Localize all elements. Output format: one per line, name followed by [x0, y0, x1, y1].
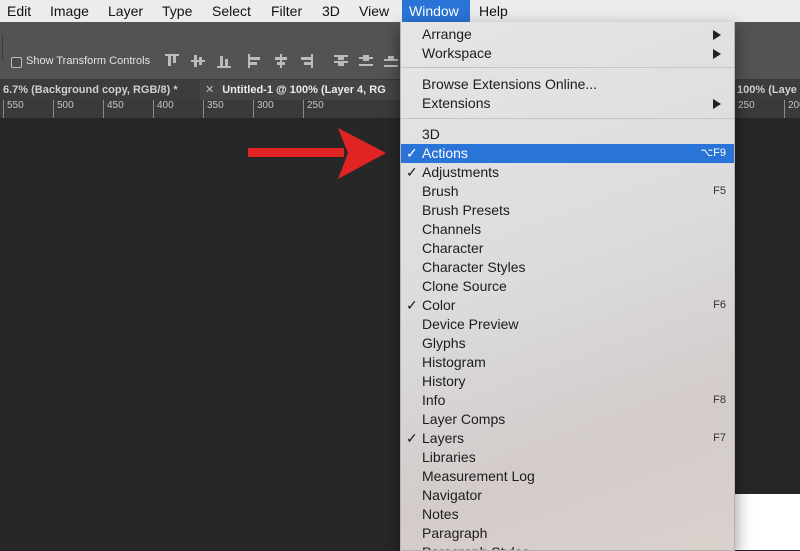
tab-label: Untitled-1 @ 100% (Layer 4, RG: [222, 84, 386, 96]
tab-label: 100% (Laye: [737, 84, 797, 96]
align-left-edges-icon[interactable]: [248, 54, 262, 68]
tab-third-document[interactable]: 100% (Laye: [734, 80, 800, 100]
shortcut-label: F8: [713, 394, 726, 406]
menu-item-info[interactable]: Info F8: [401, 391, 734, 410]
tab-label: 6.7% (Background copy, RGB/8) *: [3, 84, 178, 96]
menu-image[interactable]: Image: [43, 0, 96, 22]
menu-item-glyphs[interactable]: Glyphs: [401, 334, 734, 353]
menu-select[interactable]: Select: [205, 0, 258, 22]
align-top-edges-icon[interactable]: [165, 54, 179, 68]
menu-item-actions[interactable]: ✓ Actions ⌥F9: [401, 144, 734, 163]
menu-item-color[interactable]: ✓ Color F6: [401, 296, 734, 315]
menu-item-layers[interactable]: ✓ Layers F7: [401, 429, 734, 448]
distribute-vertical-centers-icon[interactable]: [359, 54, 373, 68]
align-right-edges-icon[interactable]: [299, 54, 313, 68]
ruler-tick: 450: [103, 100, 124, 118]
align-bottom-edges-icon[interactable]: [217, 54, 231, 68]
ruler-tick: 550: [3, 100, 24, 118]
menu-item-navigator[interactable]: Navigator: [401, 486, 734, 505]
menu-item-device-preview[interactable]: Device Preview: [401, 315, 734, 334]
menu-item-libraries[interactable]: Libraries: [401, 448, 734, 467]
menu-item-arrange[interactable]: Arrange: [401, 25, 734, 44]
ruler-tick: 400: [153, 100, 174, 118]
red-arrow-icon: [248, 128, 386, 179]
menu-divider: [401, 67, 734, 68]
menu-item-measurement-log[interactable]: Measurement Log: [401, 467, 734, 486]
shortcut-label: F5: [713, 185, 726, 197]
show-transform-checkbox[interactable]: [11, 57, 22, 68]
distribute-top-icon[interactable]: [334, 54, 348, 68]
menu-item-layer-comps[interactable]: Layer Comps: [401, 410, 734, 429]
menu-item-paragraph[interactable]: Paragraph: [401, 524, 734, 543]
menu-edit[interactable]: Edit: [0, 0, 38, 22]
shortcut-label: F6: [713, 299, 726, 311]
close-tab-icon[interactable]: ✕: [205, 84, 214, 96]
menu-item-character[interactable]: Character: [401, 239, 734, 258]
menu-item-histogram[interactable]: Histogram: [401, 353, 734, 372]
menu-item-character-styles[interactable]: Character Styles: [401, 258, 734, 277]
submenu-arrow-icon: [713, 30, 721, 40]
show-transform-label[interactable]: Show Transform Controls: [26, 55, 150, 67]
menu-item-channels[interactable]: Channels: [401, 220, 734, 239]
ruler-tick: 350: [203, 100, 224, 118]
ruler-tick: 250: [303, 100, 324, 118]
tab-untitled-1[interactable]: ✕ Untitled-1 @ 100% (Layer 4, RG: [200, 80, 405, 100]
checkmark-icon: ✓: [406, 164, 418, 180]
menu-item-notes[interactable]: Notes: [401, 505, 734, 524]
document-canvas-corner: [733, 494, 800, 550]
checkmark-icon: ✓: [406, 145, 418, 161]
menu-item-browse-extensions[interactable]: Browse Extensions Online...: [401, 75, 734, 94]
tab-background-copy[interactable]: 6.7% (Background copy, RGB/8) *: [0, 80, 203, 100]
menu-bar: Edit Image Layer Type Select Filter 3D V…: [0, 0, 800, 23]
options-separator: [2, 34, 3, 60]
ruler-tick: 250: [734, 100, 755, 118]
ruler-tick: 200: [784, 100, 800, 118]
menu-layer[interactable]: Layer: [101, 0, 150, 22]
shortcut-label: ⌥F9: [700, 147, 726, 159]
menu-divider: [401, 118, 734, 119]
align-vertical-centers-icon[interactable]: [191, 54, 205, 68]
menu-item-brush-presets[interactable]: Brush Presets: [401, 201, 734, 220]
menu-window[interactable]: Window: [402, 0, 470, 22]
submenu-arrow-icon: [713, 49, 721, 59]
window-menu-dropdown: Arrange Workspace Browse Extensions Onli…: [400, 22, 735, 551]
menu-filter[interactable]: Filter: [264, 0, 309, 22]
menu-type[interactable]: Type: [155, 0, 199, 22]
menu-help[interactable]: Help: [472, 0, 515, 22]
checkmark-icon: ✓: [406, 297, 418, 313]
menu-item-history[interactable]: History: [401, 372, 734, 391]
menu-item-clone-source[interactable]: Clone Source: [401, 277, 734, 296]
menu-3d[interactable]: 3D: [315, 0, 347, 22]
menu-item-extensions[interactable]: Extensions: [401, 94, 734, 113]
menu-item-brush[interactable]: Brush F5: [401, 182, 734, 201]
shortcut-label: F7: [713, 432, 726, 444]
menu-view[interactable]: View: [352, 0, 396, 22]
align-horizontal-centers-icon[interactable]: [274, 54, 288, 68]
ruler-tick: 300: [253, 100, 274, 118]
distribute-bottom-icon[interactable]: [384, 54, 398, 68]
checkmark-icon: ✓: [406, 430, 418, 446]
menu-item-adjustments[interactable]: ✓ Adjustments: [401, 163, 734, 182]
ruler-tick: 500: [53, 100, 74, 118]
menu-item-workspace[interactable]: Workspace: [401, 44, 734, 63]
submenu-arrow-icon: [713, 99, 721, 109]
menu-item-3d[interactable]: 3D: [401, 125, 734, 144]
